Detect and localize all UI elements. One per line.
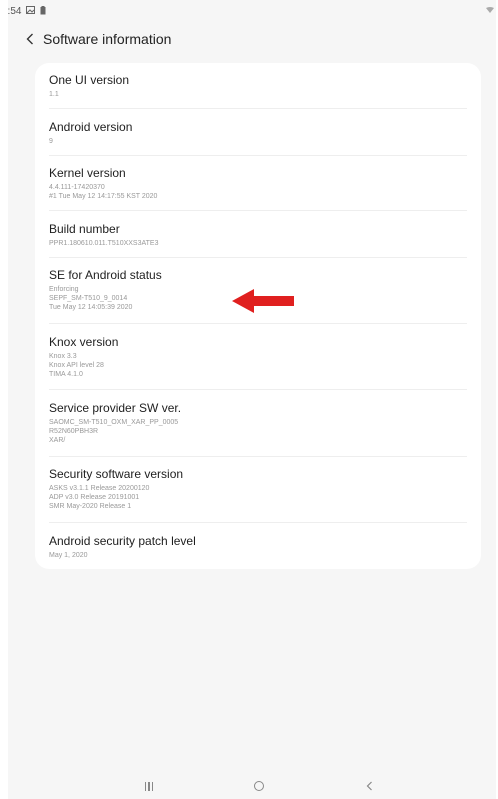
nav-back-button[interactable] <box>354 778 384 794</box>
header: Software information <box>8 27 496 51</box>
back-icon <box>366 781 372 791</box>
recents-button[interactable] <box>134 778 164 794</box>
item-value: Knox 3.3 <box>49 353 77 360</box>
item-title: Service provider SW ver. <box>49 401 182 415</box>
item-title: SE for Android status <box>49 268 162 282</box>
divider <box>49 108 467 109</box>
image-icon <box>26 6 36 16</box>
item-title: Build number <box>49 222 120 236</box>
item-value: ADP v3.0 Release 20191001 <box>49 494 140 501</box>
divider <box>49 456 467 457</box>
divider <box>49 389 467 390</box>
item-title: Knox version <box>49 335 119 349</box>
list-item-android-security-patch-level[interactable]: Android security patch level May 1, 2020 <box>35 534 481 560</box>
divider <box>49 257 467 258</box>
list-item-one-ui-version[interactable]: One UI version 1.1 <box>35 73 481 99</box>
item-value: 9 <box>49 138 53 145</box>
item-value: XAR/ <box>49 437 66 444</box>
signal-icon <box>486 5 494 15</box>
divider <box>49 522 467 523</box>
status-bar: 1:54 <box>8 0 496 22</box>
divider <box>49 210 467 211</box>
item-value: Knox API level 28 <box>49 362 104 369</box>
battery-icon <box>40 5 46 17</box>
chevron-left-icon <box>26 33 33 45</box>
item-value: May 1, 2020 <box>49 552 88 559</box>
navigation-bar <box>8 774 496 799</box>
screen: 1:54 Software information One UI version… <box>8 0 496 799</box>
home-icon <box>254 781 264 791</box>
list-item-service-provider-sw-ver[interactable]: Service provider SW ver. SAOMC_SM-T510_O… <box>35 401 481 445</box>
left-arrow-icon <box>232 287 296 320</box>
item-value: PPR1.180610.011.T510XXS3ATE3 <box>49 240 159 247</box>
item-title: One UI version <box>49 73 130 87</box>
item-title: Android version <box>49 120 133 134</box>
status-time: 1:54 <box>8 5 22 17</box>
item-value: 4.4.111-17420370 <box>49 184 105 191</box>
item-title: Android security patch level <box>49 534 196 548</box>
item-value: SAOMC_SM-T510_OXM_XAR_PP_0005 <box>49 419 179 426</box>
item-title: Security software version <box>49 467 184 481</box>
list-item-android-version[interactable]: Android version 9 <box>35 120 481 146</box>
recents-icon <box>145 781 153 791</box>
divider <box>49 155 467 156</box>
list-item-knox-version[interactable]: Knox version Knox 3.3 Knox API level 28 … <box>35 335 481 379</box>
list-item-kernel-version[interactable]: Kernel version 4.4.111-17420370 #1 Tue M… <box>35 166 481 201</box>
divider <box>49 323 467 324</box>
home-button[interactable] <box>244 778 274 794</box>
list-item-security-software-version[interactable]: Security software version ASKS v3.1.1 Re… <box>35 467 481 511</box>
item-value: TIMA 4.1.0 <box>49 371 83 378</box>
list-item-build-number[interactable]: Build number PPR1.180610.011.T510XXS3ATE… <box>35 222 481 248</box>
back-button[interactable] <box>22 29 38 49</box>
item-title: Kernel version <box>49 166 126 180</box>
item-value: ASKS v3.1.1 Release 20200120 <box>49 485 150 492</box>
item-value: R52N60PBH3R <box>49 428 99 435</box>
item-value: #1 Tue May 12 14:17:55 KST 2020 <box>49 193 158 200</box>
page-title: Software information <box>43 31 172 47</box>
item-value: SMR May-2020 Release 1 <box>49 503 132 510</box>
item-value: 1.1 <box>49 91 59 98</box>
software-info-card: One UI version 1.1 Android version 9 Ker… <box>35 63 481 569</box>
